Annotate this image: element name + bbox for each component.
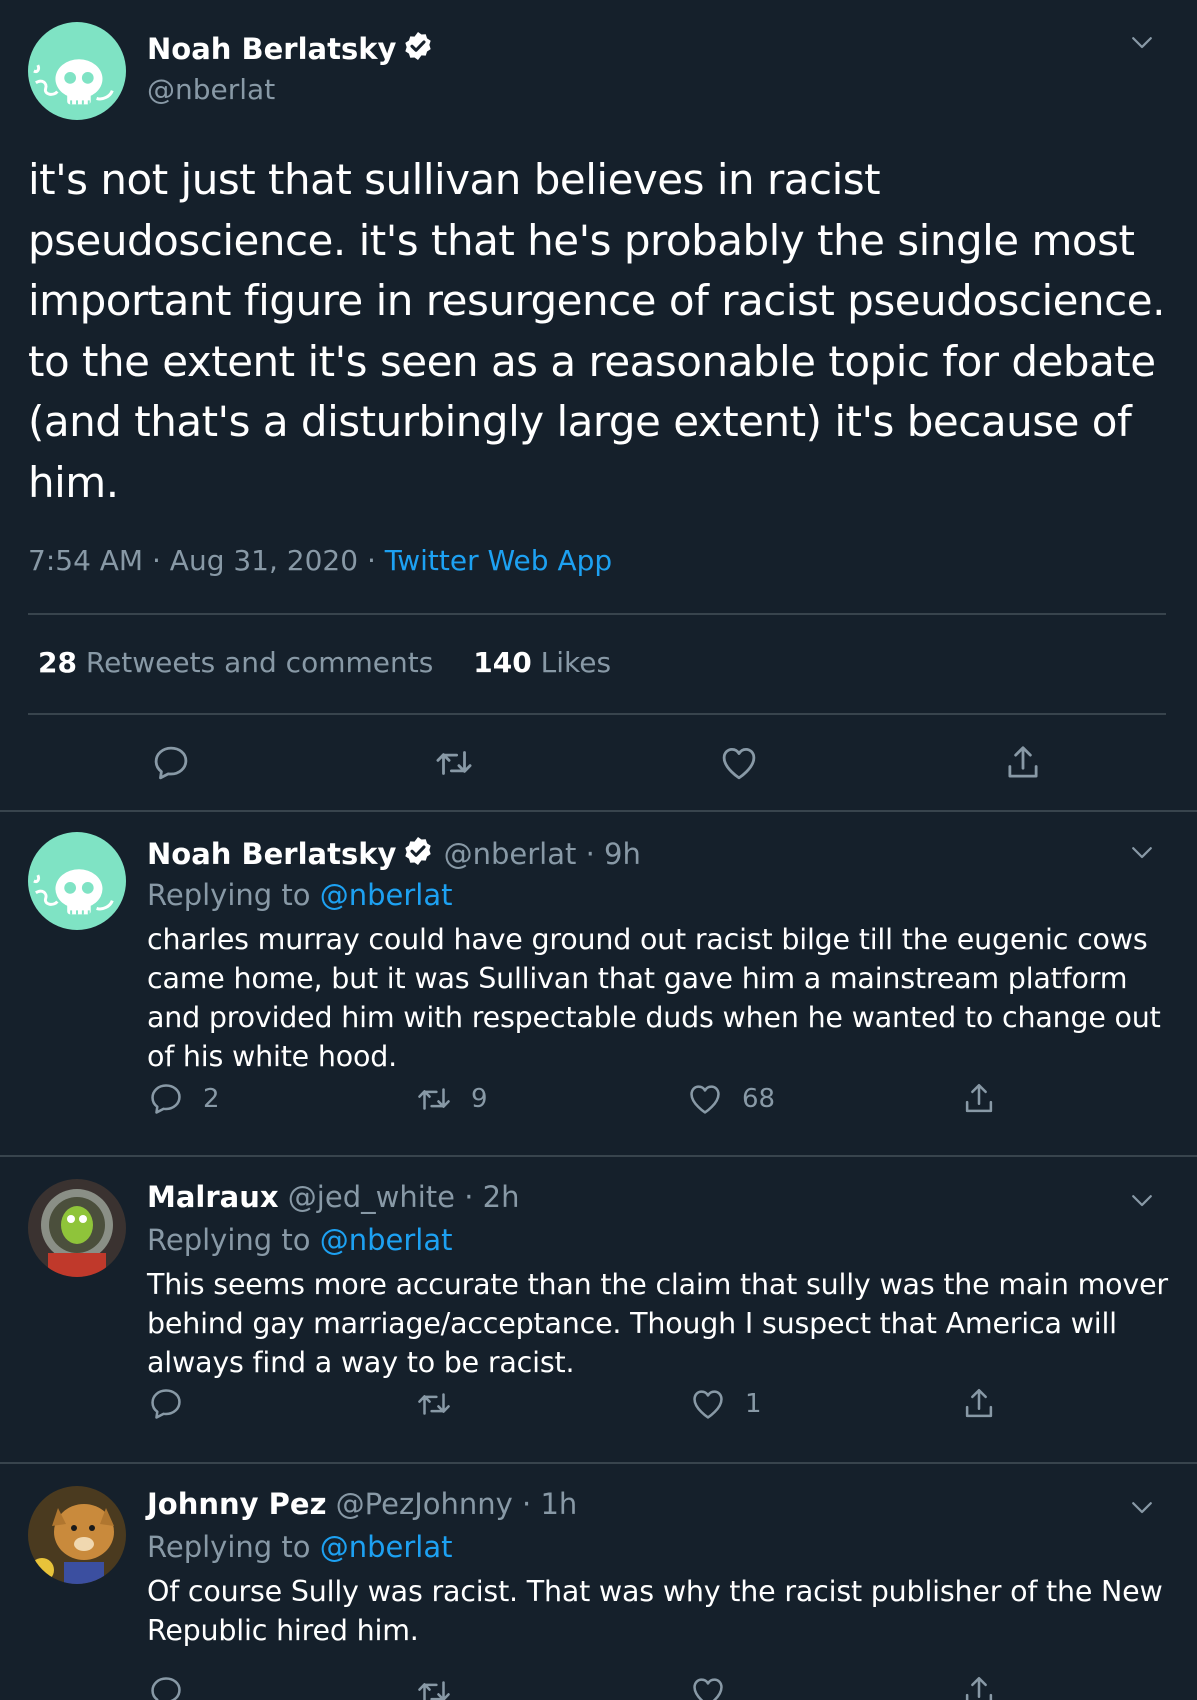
chevron-down-icon[interactable] bbox=[1127, 1185, 1157, 1215]
author-name[interactable]: Noah Berlatsky bbox=[147, 837, 396, 871]
replying-to: Replying to @nberlat bbox=[147, 878, 452, 912]
author-name[interactable]: Noah Berlatsky bbox=[147, 30, 434, 69]
divider bbox=[28, 613, 1166, 615]
reply-icon[interactable] bbox=[150, 742, 192, 784]
tweet-stats: 28 Retweets and comments 140 Likes bbox=[38, 646, 611, 679]
likes-stat[interactable]: 140 Likes bbox=[473, 646, 611, 679]
reply-tweet[interactable]: Johnny Pez @PezJohnny · 1h Replying to @… bbox=[0, 1464, 1197, 1700]
like-icon bbox=[689, 1385, 727, 1423]
retweet-button[interactable]: 9 bbox=[415, 1079, 488, 1119]
tweet-timestamp: 7:54 AM · Aug 31, 2020 · Twitter Web App bbox=[28, 544, 612, 577]
reply-tweet[interactable]: Noah Berlatsky @nberlat · 9h Replying to… bbox=[0, 812, 1197, 1157]
reply-icon bbox=[147, 1080, 185, 1118]
reply-icon bbox=[147, 1385, 185, 1423]
likes-count: 140 bbox=[473, 646, 532, 679]
main-tweet: Noah Berlatsky @nberlat it's not just th… bbox=[0, 0, 1197, 812]
author-handle-time[interactable]: @jed_white · 2h bbox=[279, 1180, 520, 1214]
author-name[interactable]: Malraux bbox=[147, 1180, 279, 1214]
retweets-count: 28 bbox=[38, 646, 77, 679]
retweet-button[interactable] bbox=[415, 1384, 471, 1424]
retweet-button[interactable] bbox=[415, 1672, 453, 1700]
reply-count: 2 bbox=[203, 1084, 220, 1114]
share-button[interactable] bbox=[960, 1672, 998, 1700]
avatar[interactable] bbox=[28, 832, 126, 930]
author-handle[interactable]: @nberlat bbox=[147, 73, 275, 106]
like-icon bbox=[686, 1080, 724, 1118]
retweet-icon bbox=[415, 1385, 453, 1423]
like-icon[interactable] bbox=[718, 742, 760, 784]
chevron-down-icon[interactable] bbox=[1127, 837, 1157, 867]
share-button[interactable] bbox=[960, 1079, 998, 1119]
reply-header: Noah Berlatsky @nberlat · 9h bbox=[147, 835, 641, 874]
reply-tweet[interactable]: Malraux @jed_white · 2h Replying to @nbe… bbox=[0, 1157, 1197, 1464]
chevron-down-icon[interactable] bbox=[1127, 1492, 1157, 1522]
author-handle-time[interactable]: @PezJohnny · 1h bbox=[326, 1487, 578, 1521]
author-name-text[interactable]: Noah Berlatsky bbox=[147, 32, 396, 66]
avatar[interactable] bbox=[28, 1486, 126, 1584]
like-button[interactable]: 1 bbox=[689, 1384, 762, 1424]
reply-button[interactable] bbox=[147, 1672, 185, 1700]
like-icon bbox=[689, 1673, 727, 1700]
retweet-icon bbox=[415, 1080, 453, 1118]
reply-button[interactable]: 2 bbox=[147, 1079, 220, 1119]
avatar[interactable] bbox=[28, 1179, 126, 1277]
avatar[interactable] bbox=[28, 22, 126, 120]
retweets-stat[interactable]: 28 Retweets and comments bbox=[38, 646, 433, 679]
retweets-label: Retweets and comments bbox=[76, 646, 434, 679]
verified-badge-icon bbox=[402, 30, 434, 69]
replying-to-link[interactable]: @nberlat bbox=[320, 1530, 453, 1564]
reply-button[interactable] bbox=[147, 1384, 203, 1424]
tweet-text: it's not just that sullivan believes in … bbox=[28, 155, 1165, 507]
reply-header: Malraux @jed_white · 2h bbox=[147, 1180, 519, 1214]
like-button[interactable] bbox=[689, 1672, 727, 1700]
like-count: 1 bbox=[745, 1389, 762, 1419]
likes-label: Likes bbox=[531, 646, 612, 679]
reply-text: charles murray could have ground out rac… bbox=[147, 923, 1161, 1073]
tweet-time[interactable]: 7:54 AM · Aug 31, 2020 · bbox=[28, 544, 385, 577]
share-icon bbox=[960, 1080, 998, 1118]
replying-to-link[interactable]: @nberlat bbox=[320, 1223, 453, 1257]
reply-header: Johnny Pez @PezJohnny · 1h bbox=[147, 1487, 577, 1521]
author-name[interactable]: Johnny Pez bbox=[147, 1487, 326, 1521]
like-count: 68 bbox=[742, 1084, 776, 1114]
share-icon bbox=[960, 1673, 998, 1700]
replying-prefix: Replying to bbox=[147, 1530, 320, 1564]
retweet-count: 9 bbox=[471, 1084, 488, 1114]
reply-text: Of course Sully was racist. That was why… bbox=[147, 1575, 1163, 1647]
replying-to-link[interactable]: @nberlat bbox=[320, 878, 453, 912]
share-icon[interactable] bbox=[1002, 742, 1044, 784]
replying-prefix: Replying to bbox=[147, 878, 320, 912]
share-icon bbox=[960, 1385, 998, 1423]
retweet-icon[interactable] bbox=[433, 742, 475, 784]
divider bbox=[28, 713, 1166, 715]
reply-text: This seems more accurate than the claim … bbox=[147, 1268, 1168, 1379]
reply-icon bbox=[147, 1673, 185, 1700]
chevron-down-icon[interactable] bbox=[1127, 27, 1157, 57]
verified-badge-icon bbox=[402, 835, 434, 874]
tweet-source-link[interactable]: Twitter Web App bbox=[385, 544, 612, 577]
replying-prefix: Replying to bbox=[147, 1223, 320, 1257]
share-button[interactable] bbox=[960, 1384, 998, 1424]
author-handle-time[interactable]: @nberlat · 9h bbox=[434, 837, 641, 871]
like-button[interactable]: 68 bbox=[686, 1079, 775, 1119]
replying-to: Replying to @nberlat bbox=[147, 1530, 452, 1564]
retweet-icon bbox=[415, 1673, 453, 1700]
replying-to: Replying to @nberlat bbox=[147, 1223, 452, 1257]
